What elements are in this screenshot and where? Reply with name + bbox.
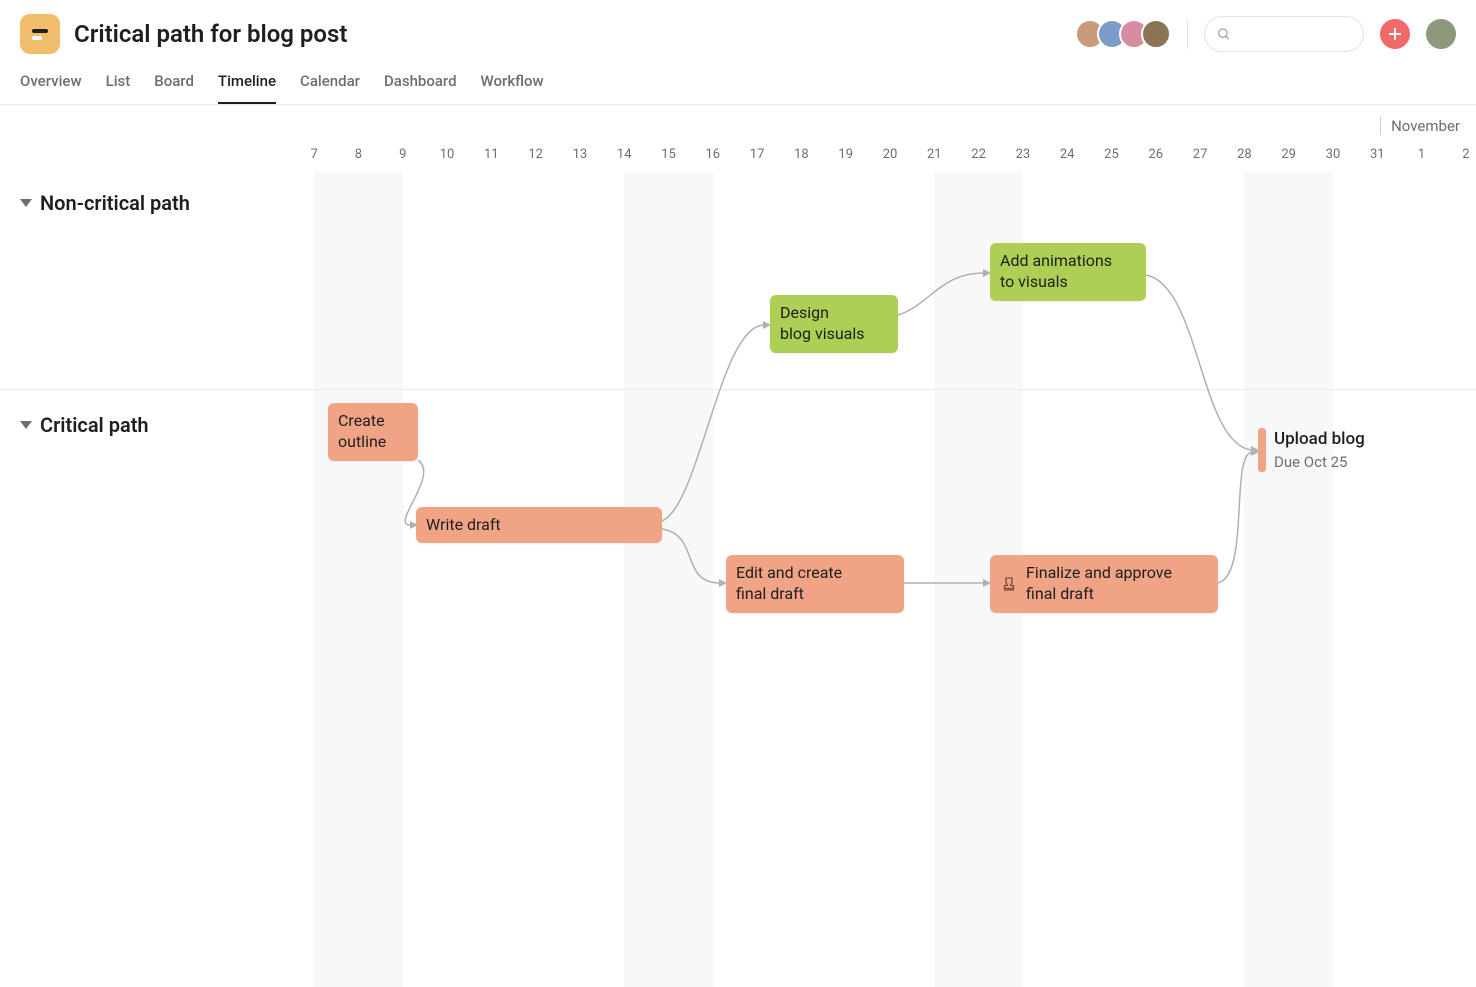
date-cell: 27 — [1178, 147, 1222, 171]
task-label: to visuals — [1000, 272, 1068, 291]
month-label: November — [1380, 117, 1460, 135]
section-title: Non-critical path — [40, 191, 190, 215]
search-input[interactable] — [1238, 26, 1351, 42]
task-design-visuals[interactable]: Design blog visuals — [770, 295, 898, 353]
task-write-draft[interactable]: Write draft — [416, 507, 662, 543]
date-cell: 26 — [1134, 147, 1178, 171]
task-label: Design — [780, 303, 829, 322]
project-icon[interactable] — [20, 14, 60, 54]
date-cell: 20 — [868, 147, 912, 171]
search-box[interactable] — [1204, 16, 1364, 52]
date-cell: 2 — [1444, 147, 1476, 171]
task-label: Add animations — [1000, 251, 1112, 270]
section-critical[interactable]: Critical path — [20, 413, 149, 437]
task-label: Edit and create — [736, 563, 842, 582]
date-cell: 12 — [513, 147, 557, 171]
date-cell: 13 — [558, 147, 602, 171]
section-title: Critical path — [40, 413, 149, 437]
date-header: 7 8 9 10 11 12 13 14 15 16 17 18 19 20 2… — [292, 147, 1476, 171]
caret-down-icon — [20, 199, 32, 207]
search-icon — [1217, 26, 1230, 42]
task-finalize[interactable]: Finalize and approve final draft — [990, 555, 1218, 613]
section-noncritical[interactable]: Non-critical path — [20, 191, 190, 215]
date-cell: 19 — [824, 147, 868, 171]
task-label: final draft — [736, 584, 804, 603]
task-label: blog visuals — [780, 324, 865, 343]
task-label: Finalize and approve — [1026, 563, 1172, 582]
date-cell: 14 — [602, 147, 646, 171]
date-cell: 29 — [1267, 147, 1311, 171]
date-cell: 22 — [956, 147, 1000, 171]
date-cell: 17 — [735, 147, 779, 171]
task-create-outline[interactable]: Create outline — [328, 403, 418, 461]
date-cell: 30 — [1311, 147, 1355, 171]
task-edit-draft[interactable]: Edit and create final draft — [726, 555, 904, 613]
date-cell: 7 — [292, 147, 336, 171]
plus-icon — [1387, 26, 1403, 42]
milestone-marker[interactable] — [1258, 428, 1266, 472]
user-avatar[interactable] — [1426, 19, 1456, 49]
date-cell: 28 — [1222, 147, 1266, 171]
date-cell: 1 — [1399, 147, 1443, 171]
milestone-title[interactable]: Upload blog — [1274, 429, 1365, 449]
milestone-due: Due Oct 25 — [1274, 453, 1347, 471]
task-add-animations[interactable]: Add animations to visuals — [990, 243, 1146, 301]
project-members[interactable] — [1075, 19, 1171, 49]
task-label: final draft — [1026, 584, 1094, 603]
date-cell: 31 — [1355, 147, 1399, 171]
date-cell: 23 — [1001, 147, 1045, 171]
date-cell: 10 — [425, 147, 469, 171]
tab-overview[interactable]: Overview — [20, 64, 82, 104]
task-label: Write draft — [426, 515, 501, 536]
tab-calendar[interactable]: Calendar — [300, 64, 360, 104]
section-divider — [0, 389, 1476, 390]
tab-bar: Overview List Board Timeline Calendar Da… — [0, 54, 1476, 105]
date-cell: 11 — [469, 147, 513, 171]
task-label: outline — [338, 432, 386, 451]
tab-workflow[interactable]: Workflow — [481, 64, 544, 104]
add-button[interactable] — [1380, 19, 1410, 49]
avatar[interactable] — [1141, 19, 1171, 49]
date-cell: 8 — [336, 147, 380, 171]
date-cell: 21 — [912, 147, 956, 171]
date-cell: 25 — [1089, 147, 1133, 171]
date-cell: 18 — [779, 147, 823, 171]
tab-list[interactable]: List — [106, 64, 131, 104]
timeline[interactable]: November 7 8 9 10 11 12 13 14 15 16 17 1… — [0, 105, 1476, 987]
date-cell: 24 — [1045, 147, 1089, 171]
date-cell: 15 — [646, 147, 690, 171]
divider — [1187, 19, 1188, 49]
caret-down-icon — [20, 421, 32, 429]
date-cell: 9 — [381, 147, 425, 171]
task-label: Create — [338, 411, 385, 430]
date-cell: 16 — [691, 147, 735, 171]
stamp-icon — [1000, 575, 1018, 593]
tab-board[interactable]: Board — [154, 64, 194, 104]
tab-timeline[interactable]: Timeline — [218, 64, 276, 104]
tab-dashboard[interactable]: Dashboard — [384, 64, 457, 104]
project-title[interactable]: Critical path for blog post — [74, 20, 347, 48]
